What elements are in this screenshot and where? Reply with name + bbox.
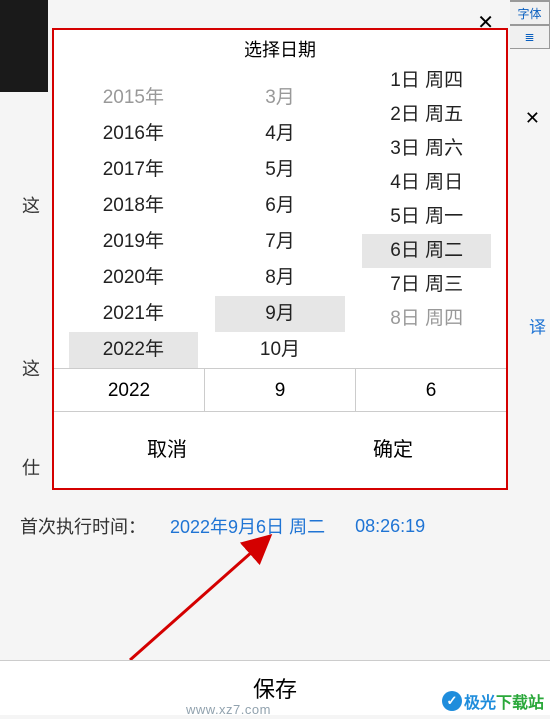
confirm-button[interactable]: 确定 bbox=[280, 412, 506, 488]
picker-columns: 2015年2016年2017年2018年2019年2020年2021年2022年… bbox=[54, 64, 506, 368]
picker-item[interactable]: 8月 bbox=[215, 260, 344, 296]
picker-item[interactable]: 2022年 bbox=[69, 332, 198, 368]
picker-item[interactable]: 3月 bbox=[215, 80, 344, 116]
picker-item[interactable]: 3日 周六 bbox=[362, 132, 491, 166]
align-icon: ≣ bbox=[524, 30, 534, 44]
picker-item[interactable]: 2日 周五 bbox=[362, 98, 491, 132]
close-secondary-icon[interactable]: ✕ bbox=[525, 108, 540, 129]
picker-item[interactable]: 6月 bbox=[215, 188, 344, 224]
year-column[interactable]: 2015年2016年2017年2018年2019年2020年2021年2022年 bbox=[60, 64, 207, 368]
first-execution-row: 首次执行时间： 2022年9月6日 周二 08:26:19 bbox=[20, 513, 530, 539]
picker-item[interactable]: 4日 周日 bbox=[362, 166, 491, 200]
picker-item[interactable]: 2015年 bbox=[69, 80, 198, 116]
selected-year[interactable]: 2022 bbox=[54, 369, 205, 411]
bg-label-2: 这 bbox=[22, 355, 40, 381]
right-toolbar: 字体 ≣ bbox=[510, 0, 550, 49]
date-picker: 选择日期 2015年2016年2017年2018年2019年2020年2021年… bbox=[52, 28, 508, 490]
picker-item[interactable]: 2021年 bbox=[69, 296, 198, 332]
exec-label: 首次执行时间： bbox=[20, 513, 146, 539]
picker-item[interactable]: 7月 bbox=[215, 224, 344, 260]
selected-month[interactable]: 9 bbox=[205, 369, 356, 411]
picker-item[interactable]: 2020年 bbox=[69, 260, 198, 296]
picker-item[interactable]: 8日 周四 bbox=[362, 302, 491, 336]
picker-item[interactable]: 10月 bbox=[215, 332, 344, 368]
bg-dark-strip bbox=[0, 0, 48, 92]
picker-item[interactable]: 2018年 bbox=[69, 188, 198, 224]
bg-label-3: 仕 bbox=[22, 454, 40, 480]
side-link[interactable]: 译 bbox=[529, 313, 546, 338]
exec-time[interactable]: 08:26:19 bbox=[355, 516, 425, 537]
month-column[interactable]: 3月4月5月6月7月8月9月10月 bbox=[207, 64, 354, 368]
watermark-brand-1: 极光 bbox=[464, 689, 496, 713]
picker-item[interactable]: 7日 周三 bbox=[362, 268, 491, 302]
align-button[interactable]: ≣ bbox=[510, 25, 550, 49]
bg-label-1: 这 bbox=[22, 192, 40, 218]
picker-item[interactable]: 1日 周四 bbox=[362, 64, 491, 98]
exec-date[interactable]: 2022年9月6日 周二 bbox=[170, 513, 325, 539]
picker-item[interactable]: 9月 bbox=[215, 296, 344, 332]
watermark-url: www.xz7.com bbox=[186, 702, 271, 717]
cancel-button[interactable]: 取消 bbox=[54, 412, 280, 488]
picker-item[interactable]: 2019年 bbox=[69, 224, 198, 260]
watermark-brand-2: 下载站 bbox=[496, 689, 544, 713]
font-label: 字体 bbox=[517, 5, 541, 22]
selected-day[interactable]: 6 bbox=[356, 369, 506, 411]
day-column[interactable]: 1日 周四2日 周五3日 周六4日 周日5日 周一6日 周二7日 周三8日 周四 bbox=[353, 64, 500, 368]
save-label: 保存 bbox=[253, 672, 297, 704]
picker-item[interactable]: 4月 bbox=[215, 116, 344, 152]
annotation-arrow-icon bbox=[120, 530, 320, 670]
selected-date-row: 2022 9 6 bbox=[54, 368, 506, 412]
picker-item[interactable]: 6日 周二 bbox=[362, 234, 491, 268]
picker-item[interactable]: 5日 周一 bbox=[362, 200, 491, 234]
font-button[interactable]: 字体 bbox=[510, 1, 550, 25]
picker-item[interactable]: 2016年 bbox=[69, 116, 198, 152]
watermark: ✓ 极光 下载站 bbox=[442, 689, 544, 713]
picker-title: 选择日期 bbox=[54, 30, 506, 64]
picker-item[interactable]: 2017年 bbox=[69, 152, 198, 188]
picker-item[interactable]: 5月 bbox=[215, 152, 344, 188]
action-row: 取消 确定 bbox=[54, 412, 506, 488]
watermark-check-icon: ✓ bbox=[442, 691, 462, 711]
